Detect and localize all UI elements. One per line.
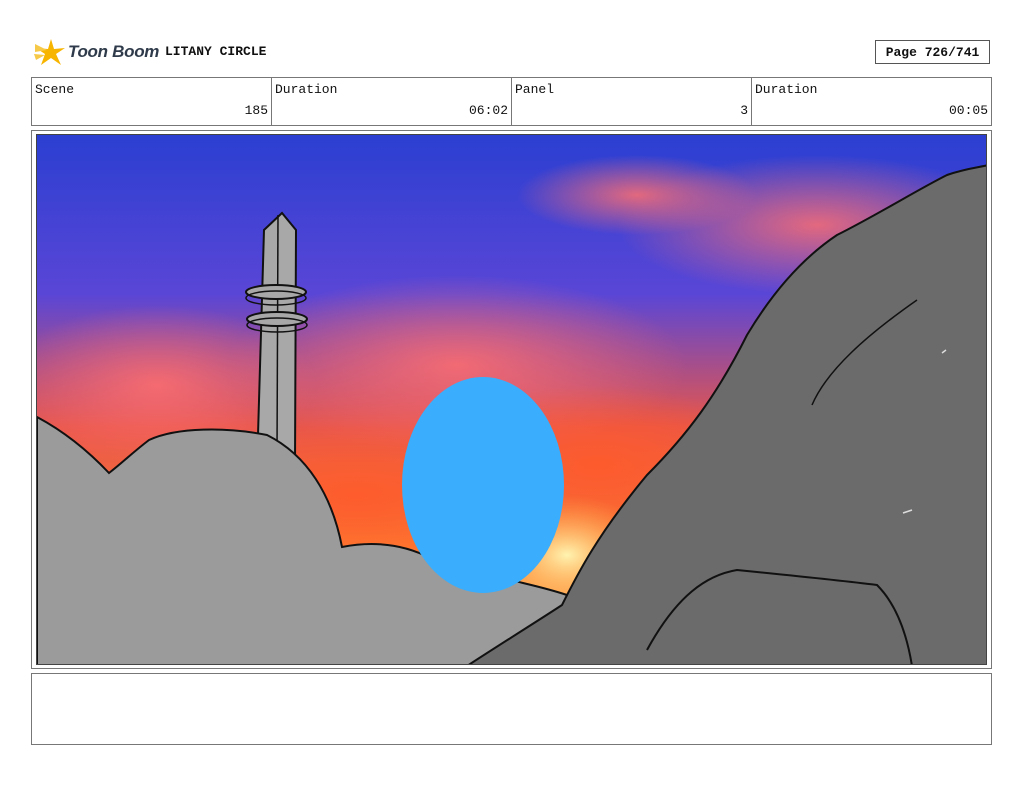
panel-duration-value: 00:05 xyxy=(948,103,988,118)
scene-value: 185 xyxy=(244,103,268,118)
cloud xyxy=(517,155,757,235)
blue-orb xyxy=(402,377,564,593)
panel-value: 3 xyxy=(740,103,748,118)
storyboard-panel-frame xyxy=(31,130,992,669)
panel-duration-label: Duration xyxy=(755,82,818,97)
scene-label: Scene xyxy=(35,82,75,97)
panel-cell: Panel 3 xyxy=(512,78,752,125)
project-title: LITANY CIRCLE xyxy=(165,44,267,59)
storyboard-panel-image xyxy=(36,134,987,665)
scene-duration-label: Duration xyxy=(275,82,338,97)
panel-notes-box[interactable] xyxy=(31,673,992,745)
scene-info-row: Scene 185 Duration 06:02 Panel 3 Duratio… xyxy=(31,77,992,126)
toon-boom-star-icon xyxy=(34,39,65,65)
storyboard-drawing xyxy=(37,135,986,664)
scene-duration-cell: Duration 06:02 xyxy=(272,78,512,125)
scene-duration-value: 06:02 xyxy=(468,103,508,118)
panel-duration-cell: Duration 00:05 xyxy=(752,78,991,125)
scene-cell: Scene 185 xyxy=(32,78,272,125)
brand-name: Toon Boom xyxy=(68,42,160,61)
panel-label: Panel xyxy=(515,82,555,97)
page-indicator: Page 726/741 xyxy=(875,40,990,64)
toon-boom-logo: Toon Boom xyxy=(33,36,160,70)
